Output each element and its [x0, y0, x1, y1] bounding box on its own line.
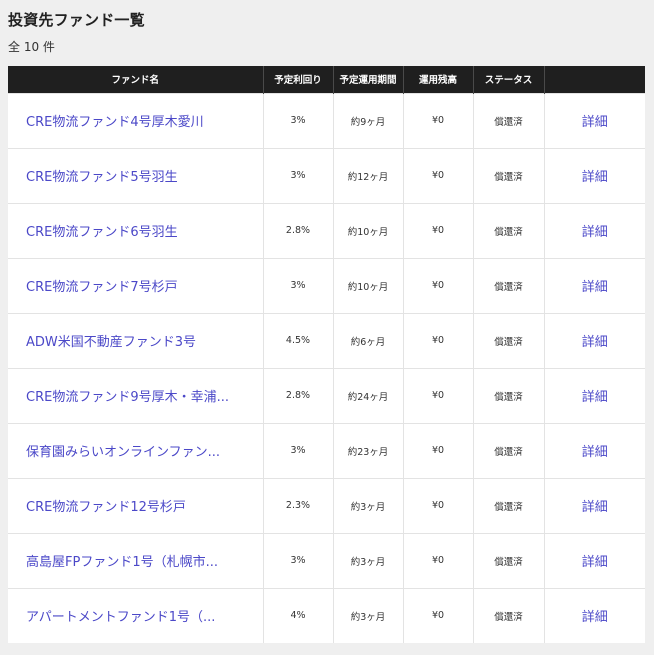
balance-cell: ¥0: [402, 367, 473, 423]
page: 投資先ファンド一覧 全 10 件 ファンド名 予定利回り 予定運用期間 運用残高…: [0, 0, 654, 655]
table-row: CRE物流ファンド6号羽生 2.8% 約10ヶ月 ¥0 償還済 詳細: [8, 202, 645, 258]
detail-link[interactable]: 詳細: [543, 312, 645, 368]
status-cell: 償還済: [472, 532, 544, 588]
detail-link[interactable]: 詳細: [543, 587, 645, 643]
yield-cell: 4%: [262, 587, 333, 643]
period-cell: 約9ヶ月: [332, 92, 403, 148]
balance-cell: ¥0: [402, 532, 473, 588]
balance-cell: ¥0: [402, 92, 473, 148]
status-cell: 償還済: [472, 587, 544, 643]
fund-name-link[interactable]: CRE物流ファンド4号厚木愛川: [8, 92, 263, 148]
status-cell: 償還済: [472, 367, 544, 423]
detail-link[interactable]: 詳細: [543, 422, 645, 478]
detail-link[interactable]: 詳細: [543, 202, 645, 258]
page-title: 投資先ファンド一覧: [8, 11, 145, 29]
balance-cell: ¥0: [402, 147, 473, 203]
result-count: 全 10 件: [8, 40, 55, 54]
period-cell: 約3ヶ月: [332, 477, 403, 533]
detail-link[interactable]: 詳細: [543, 92, 645, 148]
header-detail: [543, 66, 645, 93]
fund-table-body: CRE物流ファンド4号厚木愛川 3% 約9ヶ月 ¥0 償還済 詳細 CRE物流ファンド5号羽…: [8, 92, 645, 643]
table-row: アパートメントファンド1号（... 4% 約3ヶ月 ¥0 償還済 詳細: [8, 587, 645, 643]
status-cell: 償還済: [472, 477, 544, 533]
balance-cell: ¥0: [402, 202, 473, 258]
balance-cell: ¥0: [402, 257, 473, 313]
detail-link[interactable]: 詳細: [543, 257, 645, 313]
yield-cell: 3%: [262, 422, 333, 478]
fund-name-link[interactable]: 高島屋FPファンド1号（札幌市...: [8, 532, 263, 588]
yield-cell: 2.8%: [262, 202, 333, 258]
fund-name-link[interactable]: アパートメントファンド1号（...: [8, 587, 263, 643]
table-row: ADW米国不動産ファンド3号 4.5% 約6ヶ月 ¥0 償還済 詳細: [8, 312, 645, 368]
header-period: 予定運用期間: [332, 66, 403, 93]
fund-table: ファンド名 予定利回り 予定運用期間 運用残高 ステータス CRE物流ファンド4…: [8, 66, 645, 643]
fund-name-link[interactable]: CRE物流ファンド9号厚木・幸浦...: [8, 367, 263, 423]
yield-cell: 4.5%: [262, 312, 333, 368]
yield-cell: 3%: [262, 147, 333, 203]
table-header-row: ファンド名 予定利回り 予定運用期間 運用残高 ステータス: [8, 66, 645, 93]
header-fund-name: ファンド名: [8, 66, 263, 93]
status-cell: 償還済: [472, 202, 544, 258]
table-row: CRE物流ファンド4号厚木愛川 3% 約9ヶ月 ¥0 償還済 詳細: [8, 92, 645, 148]
period-cell: 約3ヶ月: [332, 532, 403, 588]
period-cell: 約3ヶ月: [332, 587, 403, 643]
fund-name-link[interactable]: CRE物流ファンド12号杉戸: [8, 477, 263, 533]
fund-name-link[interactable]: ADW米国不動産ファンド3号: [8, 312, 263, 368]
balance-cell: ¥0: [402, 312, 473, 368]
period-cell: 約6ヶ月: [332, 312, 403, 368]
header-balance: 運用残高: [402, 66, 473, 93]
detail-link[interactable]: 詳細: [543, 147, 645, 203]
table-row: CRE物流ファンド9号厚木・幸浦... 2.8% 約24ヶ月 ¥0 償還済 詳細: [8, 367, 645, 423]
yield-cell: 3%: [262, 257, 333, 313]
table-row: 高島屋FPファンド1号（札幌市... 3% 約3ヶ月 ¥0 償還済 詳細: [8, 532, 645, 588]
table-row: CRE物流ファンド5号羽生 3% 約12ヶ月 ¥0 償還済 詳細: [8, 147, 645, 203]
yield-cell: 2.3%: [262, 477, 333, 533]
period-cell: 約24ヶ月: [332, 367, 403, 423]
table-row: 保育園みらいオンラインファン... 3% 約23ヶ月 ¥0 償還済 詳細: [8, 422, 645, 478]
fund-name-link[interactable]: CRE物流ファンド6号羽生: [8, 202, 263, 258]
detail-link[interactable]: 詳細: [543, 477, 645, 533]
yield-cell: 2.8%: [262, 367, 333, 423]
header-status: ステータス: [472, 66, 544, 93]
period-cell: 約23ヶ月: [332, 422, 403, 478]
yield-cell: 3%: [262, 92, 333, 148]
period-cell: 約10ヶ月: [332, 202, 403, 258]
detail-link[interactable]: 詳細: [543, 532, 645, 588]
table-row: CRE物流ファンド7号杉戸 3% 約10ヶ月 ¥0 償還済 詳細: [8, 257, 645, 313]
balance-cell: ¥0: [402, 477, 473, 533]
fund-name-link[interactable]: CRE物流ファンド5号羽生: [8, 147, 263, 203]
period-cell: 約10ヶ月: [332, 257, 403, 313]
balance-cell: ¥0: [402, 587, 473, 643]
status-cell: 償還済: [472, 257, 544, 313]
table-row: CRE物流ファンド12号杉戸 2.3% 約3ヶ月 ¥0 償還済 詳細: [8, 477, 645, 533]
status-cell: 償還済: [472, 92, 544, 148]
yield-cell: 3%: [262, 532, 333, 588]
status-cell: 償還済: [472, 312, 544, 368]
balance-cell: ¥0: [402, 422, 473, 478]
detail-link[interactable]: 詳細: [543, 367, 645, 423]
fund-name-link[interactable]: CRE物流ファンド7号杉戸: [8, 257, 263, 313]
status-cell: 償還済: [472, 422, 544, 478]
status-cell: 償還済: [472, 147, 544, 203]
fund-name-link[interactable]: 保育園みらいオンラインファン...: [8, 422, 263, 478]
period-cell: 約12ヶ月: [332, 147, 403, 203]
header-yield: 予定利回り: [262, 66, 333, 93]
